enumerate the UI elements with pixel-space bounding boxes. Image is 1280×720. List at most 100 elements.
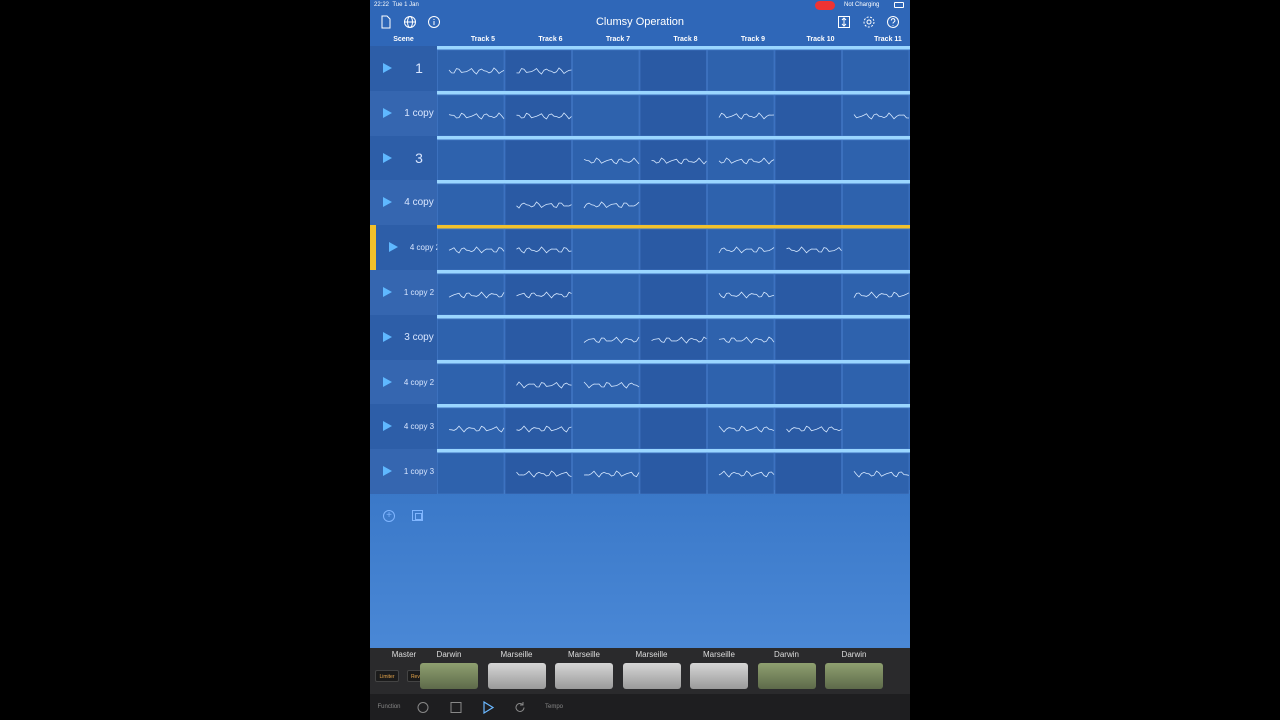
scene-cell[interactable]: 4 copy <box>370 180 437 226</box>
mixer-toggle-icon[interactable] <box>837 15 851 29</box>
clip-slot[interactable] <box>842 318 910 360</box>
track-header-7[interactable]: Track 7 <box>584 36 652 43</box>
play-scene-icon[interactable] <box>383 376 392 387</box>
function-button[interactable]: Function <box>374 701 404 714</box>
clip-slot[interactable] <box>842 363 910 405</box>
globe-icon[interactable] <box>403 15 417 29</box>
synth-thumbnail[interactable] <box>487 663 546 689</box>
clip-slot[interactable] <box>707 273 775 315</box>
clip-slot[interactable] <box>842 139 910 181</box>
clip-slot[interactable] <box>639 363 707 405</box>
clip-slot[interactable] <box>437 318 505 360</box>
gear-icon[interactable] <box>862 15 876 29</box>
play-scene-icon[interactable] <box>383 287 392 297</box>
clip-slot[interactable] <box>842 49 910 91</box>
synth-thumbnail[interactable] <box>690 663 748 689</box>
clip-slot[interactable] <box>504 363 572 405</box>
clip-slot[interactable] <box>437 49 505 91</box>
help-icon[interactable] <box>886 15 900 29</box>
clip-slot[interactable] <box>774 452 842 495</box>
clip-slot[interactable] <box>639 94 707 136</box>
clip-slot[interactable] <box>774 408 842 450</box>
play-scene-icon[interactable] <box>383 63 392 73</box>
clip-slot[interactable] <box>504 318 572 360</box>
clip-slot[interactable] <box>774 184 842 226</box>
track-header-11[interactable]: Track 11 <box>854 36 910 43</box>
scene-cell[interactable]: 4 copy 2 <box>370 225 440 271</box>
clip-slot[interactable] <box>639 452 707 495</box>
track-header-5[interactable]: Track 5 <box>449 36 517 43</box>
clip-slot[interactable] <box>842 94 910 136</box>
clip-slot[interactable] <box>437 94 505 136</box>
play-scene-icon[interactable] <box>383 466 392 477</box>
scene-cell[interactable]: 4 copy 3 <box>370 404 437 450</box>
play-scene-icon[interactable] <box>383 107 392 118</box>
clip-slot[interactable] <box>774 363 842 405</box>
record-button[interactable] <box>415 701 431 714</box>
clip-slot[interactable] <box>707 94 775 136</box>
clip-slot[interactable] <box>707 452 775 495</box>
clip-slot[interactable] <box>572 184 640 226</box>
info-icon[interactable] <box>427 15 441 29</box>
clip-slot[interactable] <box>639 273 707 315</box>
scene-cell[interactable]: 1 copy 3 <box>370 449 437 495</box>
clip-slot[interactable] <box>504 228 572 271</box>
clip-slot[interactable] <box>707 363 775 405</box>
play-button[interactable] <box>480 700 496 715</box>
synth-thumbnail[interactable] <box>420 663 478 689</box>
play-scene-icon[interactable] <box>383 197 392 208</box>
clip-slot[interactable] <box>572 49 640 91</box>
track-header-10[interactable]: Track 10 <box>787 36 855 43</box>
clip-slot[interactable] <box>842 228 910 271</box>
clip-slot[interactable] <box>572 273 640 315</box>
scene-cell[interactable]: 1 copy 2 <box>370 270 437 315</box>
clip-slot[interactable] <box>774 94 842 136</box>
clip-slot[interactable] <box>437 139 505 181</box>
duplicate-scene-button[interactable] <box>412 510 423 521</box>
tempo-button[interactable]: Tempo <box>542 701 566 714</box>
add-scene-button[interactable]: + <box>383 510 395 522</box>
clip-slot[interactable] <box>707 139 775 181</box>
scene-cell[interactable]: 1 copy <box>370 90 437 136</box>
clip-slot[interactable] <box>504 139 572 181</box>
clip-slot[interactable] <box>707 318 775 360</box>
track-header-6[interactable]: Track 6 <box>517 36 585 43</box>
synth-thumbnail[interactable] <box>622 663 681 689</box>
clip-slot[interactable] <box>774 318 842 360</box>
clip-slot[interactable] <box>639 184 707 226</box>
synth-thumbnail[interactable] <box>757 663 816 689</box>
track-header-9[interactable]: Track 9 <box>719 36 787 43</box>
clip-slot[interactable] <box>639 49 707 91</box>
play-scene-icon[interactable] <box>383 152 392 163</box>
clip-slot[interactable] <box>774 49 842 91</box>
synth-thumbnail[interactable] <box>825 663 883 689</box>
clip-slot[interactable] <box>572 408 640 450</box>
clip-slot[interactable] <box>572 139 640 181</box>
clip-slot[interactable] <box>437 228 505 271</box>
scene-cell[interactable]: 1 <box>370 46 437 91</box>
clip-slot[interactable] <box>437 363 505 405</box>
clip-slot[interactable] <box>437 184 505 226</box>
clip-slot[interactable] <box>842 408 910 450</box>
clip-slot[interactable] <box>572 94 640 136</box>
clip-slot[interactable] <box>707 49 775 91</box>
clip-slot[interactable] <box>842 273 910 315</box>
limiter-button[interactable]: Limiter <box>375 670 399 682</box>
clip-slot[interactable] <box>639 228 707 271</box>
scene-cell[interactable]: 3 copy <box>370 314 437 360</box>
file-icon[interactable] <box>379 15 393 29</box>
play-scene-icon[interactable] <box>389 242 398 253</box>
play-scene-icon[interactable] <box>383 331 392 342</box>
loop-button[interactable] <box>512 701 528 714</box>
scene-cell[interactable]: 3 <box>370 135 437 181</box>
stop-button[interactable] <box>448 701 464 714</box>
clip-slot[interactable] <box>639 408 707 450</box>
clip-slot[interactable] <box>774 228 842 271</box>
clip-slot[interactable] <box>437 452 505 495</box>
clip-slot[interactable] <box>774 273 842 315</box>
clip-slot[interactable] <box>842 452 910 495</box>
clip-slot[interactable] <box>707 228 775 271</box>
scene-cell[interactable]: 4 copy 2 <box>370 359 437 405</box>
clip-slot[interactable] <box>572 228 640 271</box>
track-header-8[interactable]: Track 8 <box>652 36 720 43</box>
